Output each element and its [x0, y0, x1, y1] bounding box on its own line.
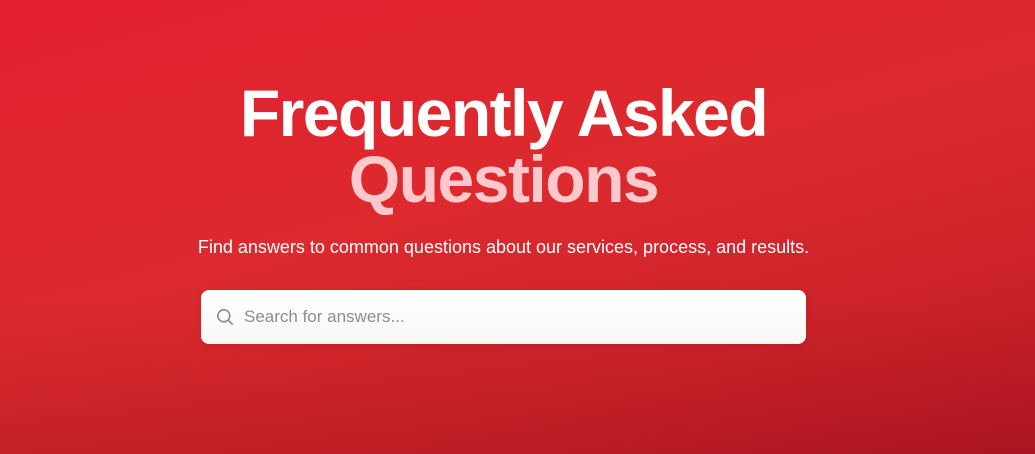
search-icon: [216, 308, 234, 326]
search-input[interactable]: [244, 302, 784, 332]
search-bar[interactable]: [201, 290, 806, 344]
faq-hero: Frequently Asked Questions Find answers …: [0, 0, 1035, 454]
page-title-accent: Questions: [348, 142, 660, 216]
page-title: Frequently Asked: [239, 76, 769, 150]
page-subtitle: Find answers to common questions about o…: [197, 237, 810, 257]
